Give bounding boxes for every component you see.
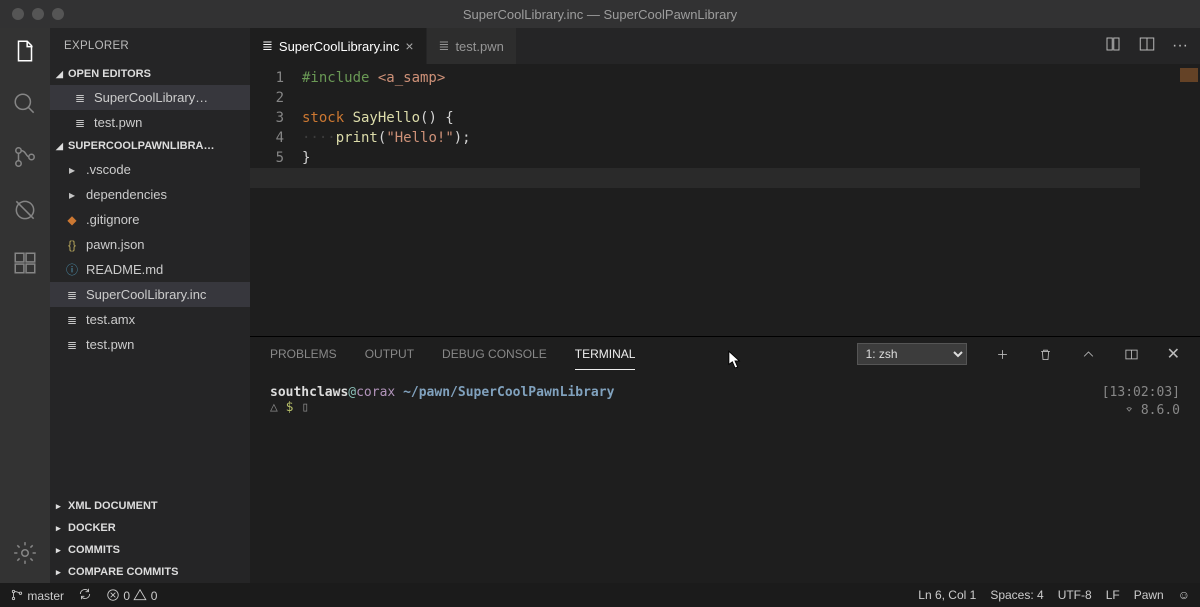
open-editor-item[interactable]: ≣ test.pwn: [50, 110, 250, 135]
file-label: README.md: [86, 262, 163, 277]
debug-icon[interactable]: [12, 197, 38, 228]
folder-item[interactable]: ▸ dependencies: [50, 182, 250, 207]
file-item[interactable]: ≣ SuperCoolLibrary.inc: [50, 282, 250, 307]
terminal-cursor: ▯: [301, 400, 309, 415]
eol[interactable]: LF: [1106, 588, 1120, 602]
close-icon[interactable]: ×: [405, 38, 413, 54]
status-bar: master 0 0 Ln 6, Col 1 Spaces: 4 UTF-8 L…: [0, 583, 1200, 607]
file-icon: ≣: [72, 91, 88, 105]
folder-item[interactable]: ▸ .vscode: [50, 157, 250, 182]
split-editor-icon[interactable]: [1138, 35, 1156, 58]
tab-output[interactable]: OUTPUT: [365, 339, 414, 369]
tab-label: SuperCoolLibrary.inc: [279, 39, 399, 54]
minimize-window-dot[interactable]: [32, 8, 44, 20]
file-item[interactable]: ⓘ README.md: [50, 257, 250, 282]
file-label: .vscode: [86, 162, 131, 177]
files-icon[interactable]: [12, 38, 38, 69]
feedback-icon[interactable]: ☺: [1178, 588, 1190, 602]
window-controls: [0, 8, 64, 20]
new-terminal-icon[interactable]: [995, 347, 1010, 362]
close-window-dot[interactable]: [12, 8, 24, 20]
zoom-window-dot[interactable]: [52, 8, 64, 20]
titlebar: SuperCoolLibrary.inc — SuperCoolPawnLibr…: [0, 0, 1200, 28]
problems-indicator[interactable]: 0 0: [106, 588, 157, 603]
sync-icon[interactable]: [78, 587, 92, 604]
tab-label: test.pwn: [455, 39, 503, 54]
search-icon[interactable]: [12, 91, 38, 122]
file-item[interactable]: ◆ .gitignore: [50, 207, 250, 232]
code-line[interactable]: stock SayHello() {: [302, 108, 1200, 128]
file-icon: ≣: [64, 288, 80, 302]
extensions-icon[interactable]: [12, 250, 38, 281]
chevron-right-icon: ▸: [64, 163, 80, 177]
gear-icon[interactable]: [12, 540, 38, 571]
close-panel-icon[interactable]: ✕: [1167, 344, 1180, 364]
terminal-cwd: ~/pawn/SuperCoolPawnLibrary: [403, 385, 614, 400]
language-mode[interactable]: Pawn: [1134, 588, 1164, 602]
file-icon: ≣: [72, 116, 88, 130]
open-editor-label: SuperCoolLibrary…: [94, 90, 208, 105]
tab-testpwn[interactable]: ≣ test.pwn: [427, 28, 517, 64]
sidebar: EXPLORER ◢OPEN EDITORS ≣ SuperCoolLibrar…: [50, 28, 250, 583]
file-label: test.amx: [86, 312, 135, 327]
more-icon[interactable]: ···: [1172, 37, 1188, 55]
file-label: pawn.json: [86, 237, 145, 252]
section-docker[interactable]: ▸DOCKER: [50, 517, 250, 539]
file-icon: ◆: [64, 213, 80, 227]
source-control-icon[interactable]: [12, 144, 38, 175]
editor-tabs: ≣ SuperCoolLibrary.inc × ≣ test.pwn ···: [250, 28, 1200, 64]
chevron-right-icon: ▸: [64, 188, 80, 202]
maximize-panel-icon[interactable]: [1081, 347, 1096, 362]
file-label: .gitignore: [86, 212, 139, 227]
file-icon: ≣: [64, 313, 80, 327]
section-commits[interactable]: ▸COMMITS: [50, 539, 250, 561]
window-title: SuperCoolLibrary.inc — SuperCoolPawnLibr…: [463, 7, 737, 22]
terminal-time: [13:02:03]: [1102, 385, 1180, 400]
file-icon: ≣: [439, 38, 450, 54]
file-icon: {}: [64, 238, 80, 252]
tab-debug-console[interactable]: DEBUG CONSOLE: [442, 339, 547, 369]
code-line[interactable]: [302, 88, 1200, 108]
branch-indicator[interactable]: master: [10, 588, 64, 603]
tab-problems[interactable]: PROBLEMS: [270, 339, 337, 369]
sidebar-title: EXPLORER: [50, 28, 250, 63]
tab-terminal[interactable]: TERMINAL: [575, 339, 636, 370]
activity-bar: [0, 28, 50, 583]
workspace-header[interactable]: ◢SUPERCOOLPAWNLIBRA…: [50, 135, 250, 157]
terminal[interactable]: southclaws@corax ~/pawn/SuperCoolPawnLib…: [250, 371, 1200, 583]
terminal-shell-select[interactable]: 1: zsh: [857, 343, 967, 365]
indentation[interactable]: Spaces: 4: [990, 588, 1043, 602]
bottom-panel: PROBLEMS OUTPUT DEBUG CONSOLE TERMINAL 1…: [250, 336, 1200, 583]
file-item[interactable]: ≣ test.pwn: [50, 332, 250, 357]
file-label: test.pwn: [86, 337, 134, 352]
terminal-version: ⌔ 8.6.0: [1125, 403, 1180, 418]
current-line-highlight: [250, 168, 1200, 188]
file-item[interactable]: ≣ test.amx: [50, 307, 250, 332]
kill-terminal-icon[interactable]: [1038, 347, 1053, 362]
encoding[interactable]: UTF-8: [1058, 588, 1092, 602]
open-editor-item[interactable]: ≣ SuperCoolLibrary…: [50, 85, 250, 110]
terminal-user: southclaws: [270, 385, 348, 400]
cursor-position[interactable]: Ln 6, Col 1: [918, 588, 976, 602]
minimap[interactable]: [1140, 64, 1200, 335]
code-line[interactable]: #include <a_samp>: [302, 68, 1200, 88]
section-xml-document[interactable]: ▸XML DOCUMENT: [50, 495, 250, 517]
file-icon: ≣: [262, 38, 273, 54]
file-label: dependencies: [86, 187, 167, 202]
open-changes-icon[interactable]: [1104, 35, 1122, 58]
file-icon: ⓘ: [64, 261, 80, 278]
code-editor[interactable]: 123456 #include <a_samp>stock SayHello()…: [250, 64, 1200, 336]
line-gutter: 123456: [250, 64, 302, 336]
file-icon: ≣: [64, 338, 80, 352]
file-label: SuperCoolLibrary.inc: [86, 287, 206, 302]
editor-area: ≣ SuperCoolLibrary.inc × ≣ test.pwn ··· …: [250, 28, 1200, 583]
open-editor-label: test.pwn: [94, 115, 142, 130]
tab-supercoollibrary[interactable]: ≣ SuperCoolLibrary.inc ×: [250, 28, 427, 64]
open-editors-header[interactable]: ◢OPEN EDITORS: [50, 63, 250, 85]
split-panel-icon[interactable]: [1124, 347, 1139, 362]
section-compare-commits[interactable]: ▸COMPARE COMMITS: [50, 561, 250, 583]
code-line[interactable]: }: [302, 148, 1200, 168]
code-line[interactable]: ····print("Hello!");: [302, 128, 1200, 148]
file-item[interactable]: {} pawn.json: [50, 232, 250, 257]
